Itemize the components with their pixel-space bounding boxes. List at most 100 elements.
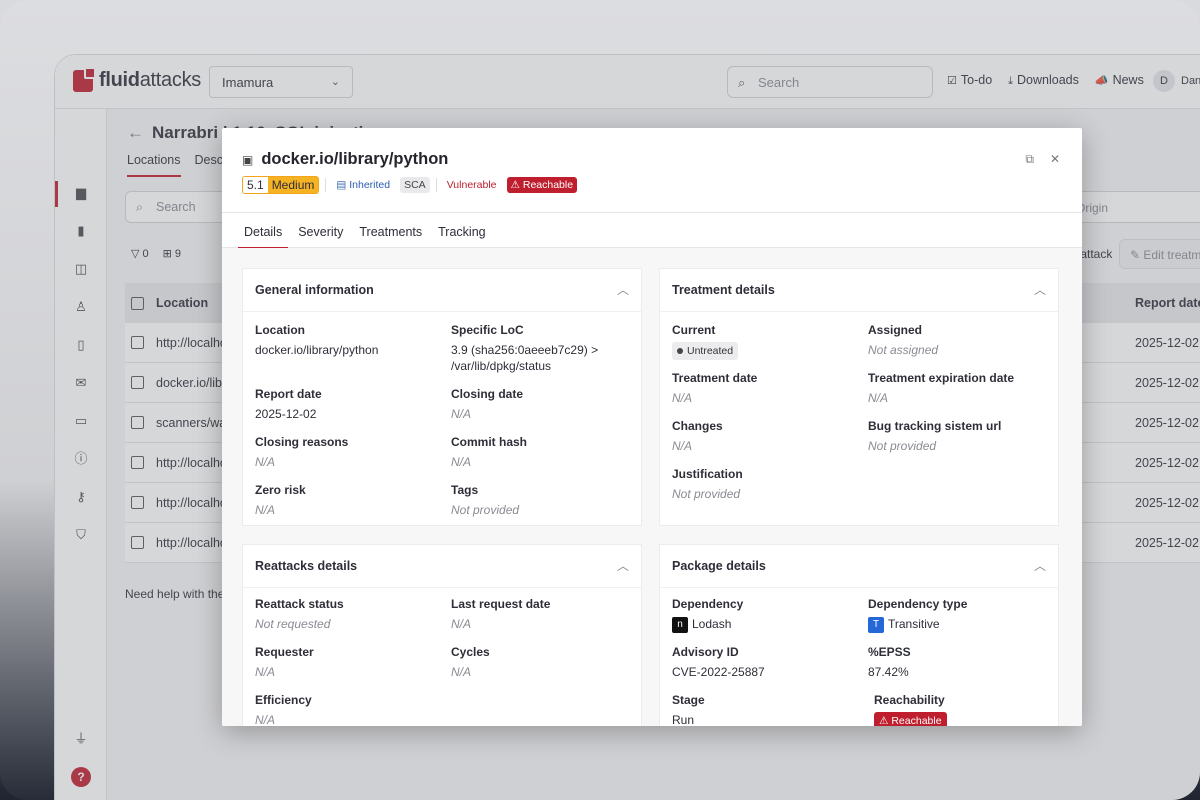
row-checkbox[interactable] xyxy=(131,496,144,509)
tab-details[interactable]: Details xyxy=(238,213,289,249)
field-location: Location docker.io/library/python xyxy=(255,323,379,357)
chevron-up-icon[interactable]: ︿ xyxy=(617,281,629,298)
back-arrow-icon[interactable]: ← xyxy=(127,123,144,142)
field-treatment-date: Treatment date N/A xyxy=(672,371,758,405)
global-search-input[interactable]: ⌕ Search xyxy=(727,66,933,98)
card-heading: Reattacks details xyxy=(255,559,358,573)
divider xyxy=(243,311,641,312)
organization-select[interactable]: Imamura ⌄ xyxy=(209,66,353,98)
avatar[interactable]: D xyxy=(1153,70,1175,92)
user-add-icon[interactable]: ♙ xyxy=(71,297,91,317)
sca-badge: SCA xyxy=(400,177,430,193)
modal-body: General information ︿ Location docker.io/… xyxy=(222,248,1082,726)
copy-icon[interactable]: ⧉ xyxy=(1025,152,1034,167)
warning-icon: ⚠ xyxy=(510,179,520,191)
field-specific-loc: Specific LoC 3.9 (sha256:0aeeeb7c29) > /v… xyxy=(451,323,599,373)
field-assigned: Assigned Not assigned xyxy=(868,323,939,357)
modal-badges: 5.1 Medium ▤ Inherited SCA Vulnerable ⚠ … xyxy=(242,176,578,194)
download-icon: ⤓ xyxy=(1008,75,1014,87)
alert-circle-icon[interactable]: ⓘ xyxy=(71,449,91,469)
logo[interactable]: fluidattacks xyxy=(73,66,201,92)
status-dot-icon xyxy=(677,348,683,354)
field-dependency-type: Dependency type T Transitive xyxy=(868,597,968,633)
edit-treatment-button[interactable]: ✎ Edit treatment xyxy=(1119,239,1200,269)
row-checkbox[interactable] xyxy=(131,376,144,389)
select-all-checkbox[interactable] xyxy=(131,296,144,310)
checkbox-icon: ☑ xyxy=(947,75,957,87)
user-name[interactable]: Dani xyxy=(1181,75,1200,87)
general-information-card: General information ︿ Location docker.io/… xyxy=(242,268,642,526)
card-heading: General information xyxy=(255,283,374,297)
columns-button[interactable]: ⊞ 9 xyxy=(163,247,181,260)
field-treatment-expiration: Treatment expiration date N/A xyxy=(868,371,1015,405)
shield-icon[interactable]: ⛉ xyxy=(71,525,91,545)
card-icon[interactable]: ▭ xyxy=(71,411,91,431)
field-changes: Changes N/A xyxy=(672,419,723,453)
logo-text: fluidattacks xyxy=(99,69,201,91)
column-report-date[interactable]: Report date xyxy=(1135,296,1200,310)
calendar-icon: ▤ xyxy=(336,179,347,191)
tab-tracking[interactable]: Tracking xyxy=(432,213,491,249)
column-location[interactable]: Location xyxy=(156,296,208,310)
field-justification: Justification Not provided xyxy=(672,467,743,501)
row-checkbox[interactable] xyxy=(131,416,144,429)
field-stage: Stage Run xyxy=(672,693,705,726)
downloads-link[interactable]: ⤓ Downloads xyxy=(1008,73,1079,88)
plug-icon[interactable]: ⏚ xyxy=(71,729,91,749)
megaphone-icon: 📣 xyxy=(1094,75,1109,87)
analytics-icon[interactable]: ▮ xyxy=(71,221,91,241)
field-report-date: Report date 2025-12-02 xyxy=(255,387,322,421)
origin-filter-input[interactable]: Origin xyxy=(1065,191,1200,223)
field-cycles: Cycles N/A xyxy=(451,645,490,679)
row-checkbox[interactable] xyxy=(131,456,144,469)
modal-title-text: docker.io/library/python xyxy=(261,150,449,168)
key-icon[interactable]: ⚷ xyxy=(71,487,91,507)
warning-icon: ⚠ xyxy=(879,715,889,726)
row-date: 2025-12-02 xyxy=(1135,375,1199,390)
field-dependency: Dependency n Lodash xyxy=(672,597,744,633)
file-lock-icon[interactable]: ▯ xyxy=(71,335,91,355)
transitive-icon: T xyxy=(868,616,884,633)
field-epss: %EPSS 87.42% xyxy=(868,645,911,679)
field-current-treatment: Current Untreated xyxy=(672,323,862,360)
top-bar: fluidattacks Imamura ⌄ ⌕ Search ☑ To-do ⤓… xyxy=(55,55,1200,109)
search-placeholder: Search xyxy=(156,200,196,214)
field-reachability: Reachability ⚠ Reachable xyxy=(874,693,1064,726)
reachable-badge: ⚠ Reachable xyxy=(506,177,578,193)
chevron-up-icon[interactable]: ︿ xyxy=(1034,281,1046,298)
npm-icon: n xyxy=(672,616,688,633)
package-icon: ▣ xyxy=(242,152,254,167)
package-details-card: Package details ︿ Dependency n Lodash Depe… xyxy=(659,544,1059,726)
chevron-down-icon: ⌄ xyxy=(330,76,340,88)
news-link[interactable]: 📣 News xyxy=(1095,73,1144,88)
field-reattack-status: Reattack status Not requested xyxy=(255,597,344,631)
tab-severity[interactable]: Severity xyxy=(292,213,349,249)
row-date: 2025-12-02 xyxy=(1135,535,1199,550)
help-icon[interactable]: ? xyxy=(71,767,91,787)
logo-mark-icon xyxy=(73,66,96,92)
field-bug-tracking-url: Bug tracking sistem url Not provided xyxy=(868,419,1002,453)
folder-icon[interactable]: ▆ xyxy=(71,183,91,203)
severity-score: 5.1 xyxy=(243,177,268,193)
chevron-up-icon[interactable]: ︿ xyxy=(617,557,629,574)
modal-title: ▣ docker.io/library/python xyxy=(242,150,448,169)
row-checkbox[interactable] xyxy=(131,536,144,549)
todo-link[interactable]: ☑ To-do xyxy=(947,73,992,88)
chevron-up-icon[interactable]: ︿ xyxy=(1034,557,1046,574)
severity-badge: 5.1 Medium xyxy=(242,176,320,194)
untreated-badge: Untreated xyxy=(672,342,739,360)
tab-locations[interactable]: Locations xyxy=(127,153,181,177)
close-icon[interactable]: ✕ xyxy=(1050,152,1060,167)
screen-frame: fluidattacks Imamura ⌄ ⌕ Search ☑ To-do ⤓… xyxy=(0,0,1200,800)
row-date: 2025-12-02 xyxy=(1135,495,1199,510)
search-placeholder: Search xyxy=(758,75,800,90)
tab-treatments[interactable]: Treatments xyxy=(353,213,428,249)
vulnerability-details-modal: ▣ docker.io/library/python ⧉ ✕ 5.1 Mediu… xyxy=(222,128,1082,726)
mail-icon[interactable]: ✉ xyxy=(71,373,91,393)
modal-actions: ⧉ ✕ xyxy=(1025,152,1060,167)
filter-button[interactable]: ▽ 0 xyxy=(131,247,149,260)
top-links: ☑ To-do ⤓ Downloads 📣 News xyxy=(947,73,1144,88)
divider xyxy=(435,178,437,192)
briefcase-icon[interactable]: ◫ xyxy=(71,259,91,279)
row-checkbox[interactable] xyxy=(131,336,144,349)
